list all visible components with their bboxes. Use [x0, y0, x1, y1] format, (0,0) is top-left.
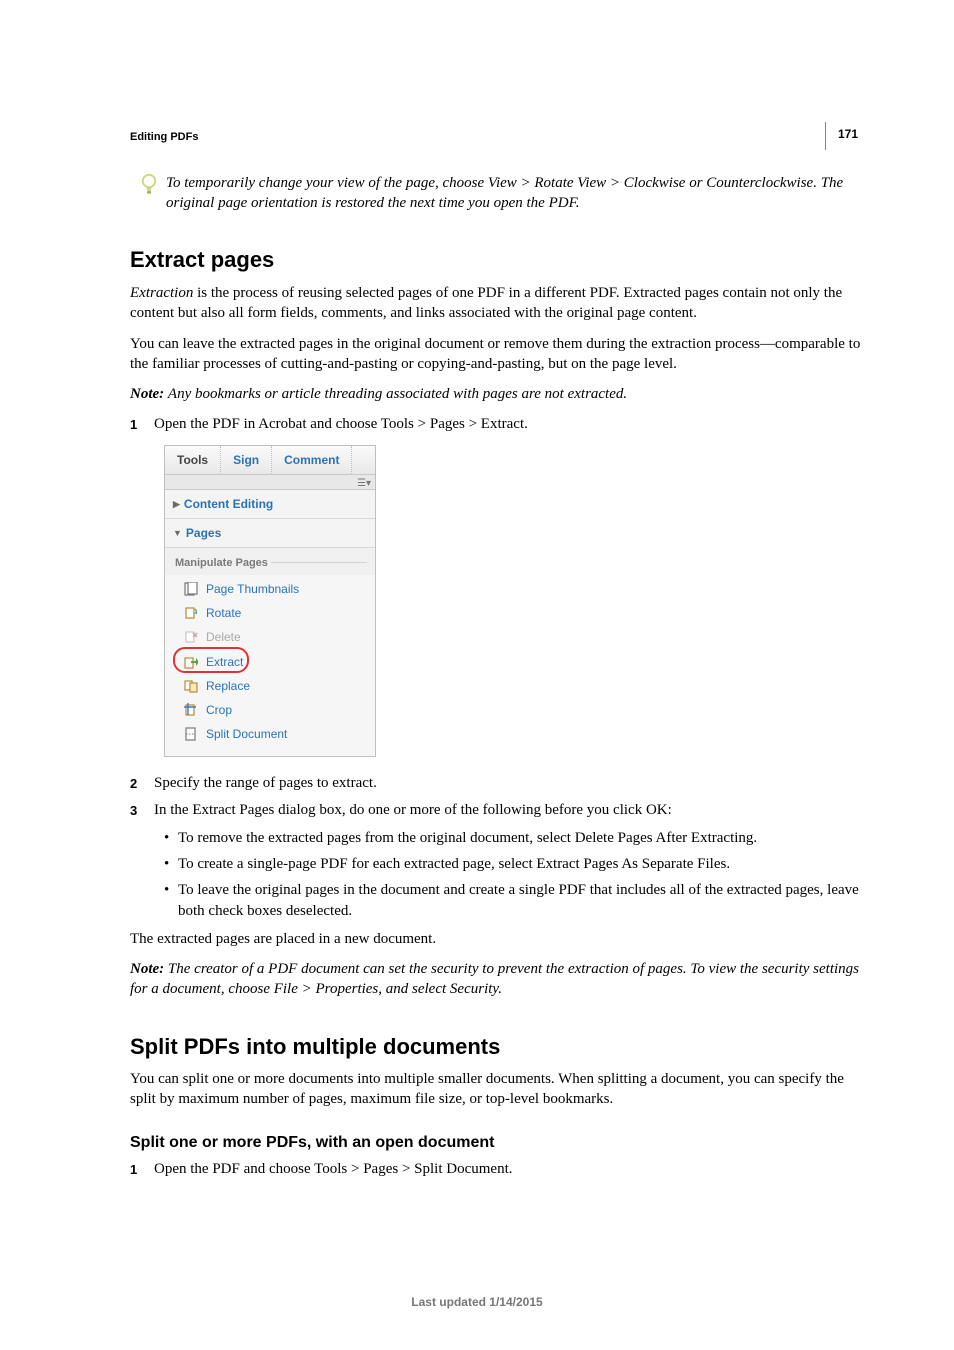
- step-3: 3 In the Extract Pages dialog box, do on…: [130, 800, 862, 820]
- page-thumbnails-icon: [183, 582, 198, 597]
- panel-items: Page Thumbnails Rotate Delete: [165, 575, 375, 756]
- term-extraction: Extraction: [130, 285, 193, 301]
- item-split-document[interactable]: Split Document: [165, 722, 375, 746]
- tools-panel: Tools Sign Comment ☰▾ ▶ Content Editing …: [164, 445, 376, 758]
- item-label: Rotate: [206, 605, 241, 621]
- running-header: Editing PDFs: [130, 130, 862, 145]
- panel-menu-icon[interactable]: ☰▾: [357, 477, 371, 491]
- step-1: 1 Open the PDF in Acrobat and choose Too…: [130, 414, 862, 434]
- panel-subbar: ☰▾: [165, 475, 375, 490]
- note-text: Any bookmarks or article threading assoc…: [168, 386, 627, 402]
- steps-list-cont: 2 Specify the range of pages to extract.…: [130, 773, 862, 820]
- step-number: 2: [130, 773, 144, 793]
- section-pages[interactable]: ▼ Pages: [165, 519, 375, 548]
- step-number: 1: [130, 414, 144, 434]
- step-text: Open the PDF and choose Tools > Pages > …: [154, 1159, 862, 1179]
- note: Note: Any bookmarks or article threading…: [130, 384, 862, 404]
- bullet-item: To remove the extracted pages from the o…: [164, 828, 862, 848]
- step-text: Open the PDF in Acrobat and choose Tools…: [154, 414, 862, 434]
- steps-list-split: 1 Open the PDF and choose Tools > Pages …: [130, 1159, 862, 1179]
- replace-icon: [183, 678, 198, 693]
- note-label: Note:: [130, 386, 168, 402]
- item-crop[interactable]: Crop: [165, 698, 375, 722]
- item-label: Delete: [206, 629, 241, 645]
- item-label: Extract: [206, 654, 243, 670]
- step-number: 3: [130, 800, 144, 820]
- panel-tabs: Tools Sign Comment: [165, 446, 375, 475]
- item-extract[interactable]: Extract: [165, 650, 375, 674]
- group-title-manipulate-pages: Manipulate Pages: [165, 548, 375, 575]
- item-page-thumbnails[interactable]: Page Thumbnails: [165, 577, 375, 601]
- delete-icon: [183, 630, 198, 645]
- bullet-item: To create a single-page PDF for each ext…: [164, 854, 862, 874]
- chevron-down-icon: ▼: [173, 527, 182, 539]
- step-number: 1: [130, 1159, 144, 1179]
- tab-comment[interactable]: Comment: [272, 446, 352, 474]
- item-label: Page Thumbnails: [206, 581, 299, 597]
- section-label: Pages: [186, 525, 221, 541]
- tip-block: To temporarily change your view of the p…: [140, 173, 862, 214]
- paragraph: You can leave the extracted pages in the…: [130, 334, 862, 375]
- subheading-split-open-doc: Split one or more PDFs, with an open doc…: [130, 1132, 862, 1154]
- heading-split-pdfs: Split PDFs into multiple documents: [130, 1032, 862, 1062]
- step-2: 2 Specify the range of pages to extract.: [130, 773, 862, 793]
- heading-extract-pages: Extract pages: [130, 245, 862, 275]
- page-number: 171: [825, 122, 862, 150]
- tab-tools[interactable]: Tools: [165, 446, 221, 474]
- step-1: 1 Open the PDF and choose Tools > Pages …: [130, 1159, 862, 1179]
- bullet-item: To leave the original pages in the docum…: [164, 880, 862, 921]
- section-content-editing[interactable]: ▶ Content Editing: [165, 490, 375, 519]
- note: Note: The creator of a PDF document can …: [130, 959, 862, 1000]
- note-label: Note:: [130, 961, 168, 977]
- item-replace[interactable]: Replace: [165, 674, 375, 698]
- paragraph: You can split one or more documents into…: [130, 1069, 862, 1110]
- bullet-list: To remove the extracted pages from the o…: [130, 828, 862, 921]
- step-text: In the Extract Pages dialog box, do one …: [154, 800, 862, 820]
- note-text: The creator of a PDF document can set th…: [130, 961, 859, 997]
- section-label: Content Editing: [184, 496, 273, 512]
- item-label: Split Document: [206, 726, 287, 742]
- rotate-icon: [183, 606, 198, 621]
- lightbulb-icon: [140, 173, 158, 197]
- tab-sign[interactable]: Sign: [221, 446, 272, 474]
- crop-icon: [183, 702, 198, 717]
- item-delete: Delete: [165, 625, 375, 649]
- item-label: Replace: [206, 678, 250, 694]
- page: 171 Editing PDFs To temporarily change y…: [0, 0, 954, 1350]
- steps-list: 1 Open the PDF in Acrobat and choose Too…: [130, 414, 862, 434]
- paragraph: The extracted pages are placed in a new …: [130, 929, 862, 949]
- paragraph-text: is the process of reusing selected pages…: [130, 285, 842, 321]
- footer-last-updated: Last updated 1/14/2015: [0, 1294, 954, 1310]
- paragraph: Extraction is the process of reusing sel…: [130, 283, 862, 324]
- item-label: Crop: [206, 702, 232, 718]
- tools-panel-figure: Tools Sign Comment ☰▾ ▶ Content Editing …: [164, 445, 862, 758]
- step-text: Specify the range of pages to extract.: [154, 773, 862, 793]
- tip-text: To temporarily change your view of the p…: [166, 173, 862, 214]
- split-icon: [183, 727, 198, 742]
- item-rotate[interactable]: Rotate: [165, 601, 375, 625]
- chevron-right-icon: ▶: [173, 498, 180, 510]
- extract-icon: [183, 654, 198, 669]
